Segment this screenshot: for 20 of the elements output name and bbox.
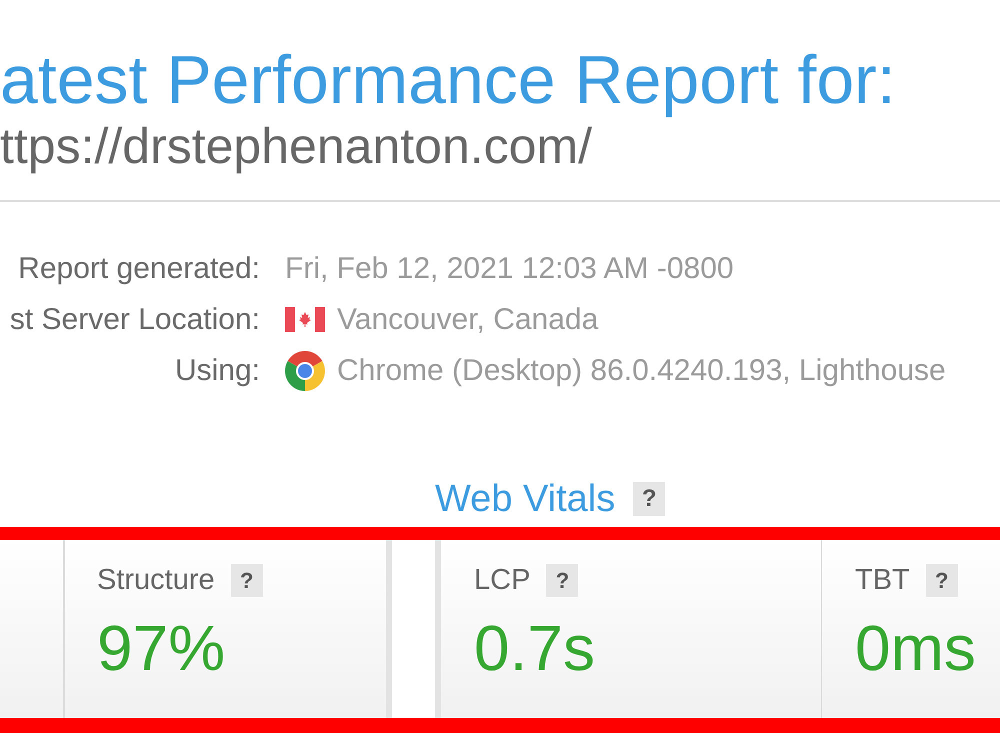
detail-label: Using: <box>174 353 260 389</box>
metric-label: LCP <box>474 563 530 598</box>
site-url: ttps://drstephenanton.com/ <box>0 121 592 171</box>
browser-logo-icon <box>285 350 325 390</box>
detail-value: Chrome (Desktop) 86.0.4240.193, Lighthouse <box>337 353 946 389</box>
help-button[interactable]: ? <box>926 564 958 597</box>
section-title: Web Vitals <box>435 480 616 518</box>
metric-value: 97% <box>97 616 226 680</box>
metric-label: Structure <box>97 563 215 598</box>
detail-value: Vancouver, Canada <box>337 302 598 338</box>
metric-label: TBT <box>855 563 910 598</box>
detail-value: Fri, Feb 12, 2021 12:03 AM -0800 <box>285 251 734 287</box>
help-button[interactable]: ? <box>633 482 666 516</box>
help-button[interactable]: ? <box>230 564 263 597</box>
metric-value: 0ms <box>855 616 976 680</box>
detail-label: Report generated: <box>18 251 260 287</box>
detail-label: st Server Location: <box>10 302 260 338</box>
flag-icon <box>285 307 325 332</box>
metric-value: 0.7s <box>474 616 595 680</box>
help-button[interactable]: ? <box>546 564 578 597</box>
